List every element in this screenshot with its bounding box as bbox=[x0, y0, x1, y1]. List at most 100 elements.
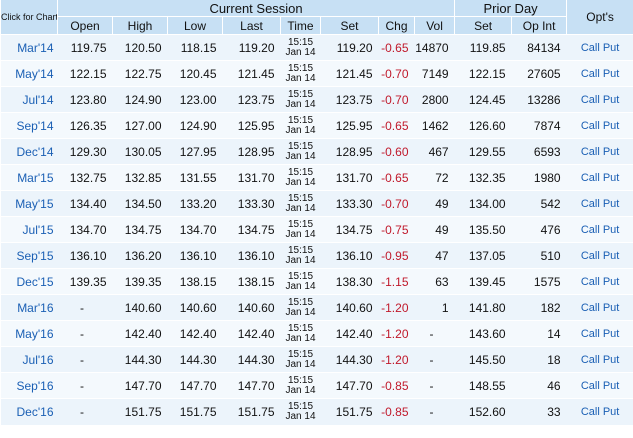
call-options-link[interactable]: Call bbox=[581, 224, 600, 236]
call-options-link[interactable]: Call bbox=[581, 68, 600, 80]
put-options-link[interactable]: Put bbox=[603, 224, 620, 236]
settle-value: 128.95 bbox=[320, 138, 379, 165]
low-value: 133.20 bbox=[167, 190, 223, 217]
col-vol-header: Vol bbox=[413, 16, 456, 35]
put-options-link[interactable]: Put bbox=[603, 406, 620, 418]
put-options-link[interactable]: Put bbox=[603, 198, 620, 210]
contract-month-link[interactable]: Sep'15 bbox=[0, 242, 58, 269]
time-date: Jan 14 bbox=[285, 306, 316, 318]
time-date: Jan 14 bbox=[285, 176, 316, 188]
open-value: 132.75 bbox=[57, 164, 113, 191]
put-options-link[interactable]: Put bbox=[603, 68, 620, 80]
time-date: Jan 14 bbox=[285, 280, 316, 292]
change-value: -0.85 bbox=[378, 398, 415, 425]
contract-month-link[interactable]: May'15 bbox=[0, 190, 58, 217]
low-value: 144.30 bbox=[167, 346, 223, 373]
prior-settle-value: 145.50 bbox=[454, 346, 512, 373]
call-options-link[interactable]: Call bbox=[581, 302, 600, 314]
time-value: 15:15 Jan 14 bbox=[280, 34, 321, 61]
contract-month-link[interactable]: Jul'14 bbox=[0, 86, 58, 113]
contract-month-link[interactable]: May'16 bbox=[0, 320, 58, 347]
contract-month-link[interactable]: Mar'16 bbox=[0, 294, 58, 321]
low-value: 151.75 bbox=[167, 398, 223, 425]
put-options-link[interactable]: Put bbox=[603, 302, 620, 314]
call-options-link[interactable]: Call bbox=[581, 172, 600, 184]
prior-settle-value: 132.35 bbox=[454, 164, 512, 191]
open-value: - bbox=[57, 294, 113, 321]
contract-month-link[interactable]: Sep'14 bbox=[0, 112, 58, 139]
open-interest-value: 510 bbox=[511, 242, 567, 269]
settle-value: 125.95 bbox=[320, 112, 379, 139]
open-value: 134.40 bbox=[57, 190, 113, 217]
call-options-link[interactable]: Call bbox=[581, 328, 600, 340]
options-links: Call Put bbox=[566, 164, 633, 191]
open-value: 123.80 bbox=[57, 86, 113, 113]
col-last-header: Last bbox=[222, 16, 281, 35]
settle-value: 142.40 bbox=[320, 320, 379, 347]
contract-month-link[interactable]: Dec'15 bbox=[0, 268, 58, 295]
table-row: May'16-142.40 142.40 142.40 15:15 Jan 14 142.… bbox=[0, 320, 633, 347]
call-options-link[interactable]: Call bbox=[581, 380, 600, 392]
last-value: 144.30 bbox=[222, 346, 281, 373]
change-value: -0.75 bbox=[378, 216, 415, 243]
open-value: - bbox=[57, 372, 113, 399]
put-options-link[interactable]: Put bbox=[603, 276, 620, 288]
change-value: -0.95 bbox=[378, 242, 415, 269]
contract-month-link[interactable]: Jul'15 bbox=[0, 216, 58, 243]
time-value: 15:15 Jan 14 bbox=[280, 346, 321, 373]
high-value: 124.90 bbox=[112, 86, 168, 113]
time-date: Jan 14 bbox=[285, 98, 316, 110]
time-clock: 15:15 bbox=[287, 374, 314, 386]
put-options-link[interactable]: Put bbox=[603, 328, 620, 340]
last-value: 138.15 bbox=[222, 268, 281, 295]
put-options-link[interactable]: Put bbox=[603, 354, 620, 366]
put-options-link[interactable]: Put bbox=[603, 42, 620, 54]
change-value: -0.70 bbox=[378, 60, 415, 87]
options-header: Opt's bbox=[566, 0, 633, 35]
options-links: Call Put bbox=[566, 216, 633, 243]
time-date: Jan 14 bbox=[285, 150, 316, 162]
put-options-link[interactable]: Put bbox=[603, 172, 620, 184]
contract-month-link[interactable]: Mar'14 bbox=[0, 34, 58, 61]
last-value: 119.20 bbox=[222, 34, 281, 61]
prior-settle-value: 122.15 bbox=[454, 60, 512, 87]
call-options-link[interactable]: Call bbox=[581, 42, 600, 54]
high-value: 140.60 bbox=[112, 294, 168, 321]
settle-value: 144.30 bbox=[320, 346, 379, 373]
call-options-link[interactable]: Call bbox=[581, 250, 600, 262]
put-options-link[interactable]: Put bbox=[603, 380, 620, 392]
open-interest-value: 542 bbox=[511, 190, 567, 217]
time-clock: 15:15 bbox=[287, 140, 314, 152]
call-options-link[interactable]: Call bbox=[581, 198, 600, 210]
call-options-link[interactable]: Call bbox=[581, 406, 600, 418]
last-value: 142.40 bbox=[222, 320, 281, 347]
call-options-link[interactable]: Call bbox=[581, 146, 600, 158]
table-row: Jul'15 134.70 134.75 134.70 134.75 15:15 Jan 1… bbox=[0, 216, 633, 243]
call-options-link[interactable]: Call bbox=[581, 354, 600, 366]
call-options-link[interactable]: Call bbox=[581, 94, 600, 106]
put-options-link[interactable]: Put bbox=[603, 146, 620, 158]
settle-value: 136.10 bbox=[320, 242, 379, 269]
low-value: 142.40 bbox=[167, 320, 223, 347]
put-options-link[interactable]: Put bbox=[603, 94, 620, 106]
last-value: 133.30 bbox=[222, 190, 281, 217]
contract-month-link[interactable]: Sep'16 bbox=[0, 372, 58, 399]
call-options-link[interactable]: Call bbox=[581, 276, 600, 288]
put-options-link[interactable]: Put bbox=[603, 250, 620, 262]
contract-month-link[interactable]: Dec'16 bbox=[0, 398, 58, 425]
contract-month-link[interactable]: May'14 bbox=[0, 60, 58, 87]
contract-month-link[interactable]: Mar'15 bbox=[0, 164, 58, 191]
put-options-link[interactable]: Put bbox=[603, 120, 620, 132]
high-value: 147.70 bbox=[112, 372, 168, 399]
contract-month-link[interactable]: Dec'14 bbox=[0, 138, 58, 165]
contract-month-link[interactable]: Jul'16 bbox=[0, 346, 58, 373]
low-value: 127.95 bbox=[167, 138, 223, 165]
volume-value: 467 bbox=[414, 138, 455, 165]
call-options-link[interactable]: Call bbox=[581, 120, 600, 132]
open-interest-value: 18 bbox=[511, 346, 567, 373]
prior-settle-value: 134.00 bbox=[454, 190, 512, 217]
time-clock: 15:15 bbox=[287, 244, 314, 256]
last-value: 125.95 bbox=[222, 112, 281, 139]
volume-value: - bbox=[414, 398, 455, 425]
time-value: 15:15 Jan 14 bbox=[280, 190, 321, 217]
